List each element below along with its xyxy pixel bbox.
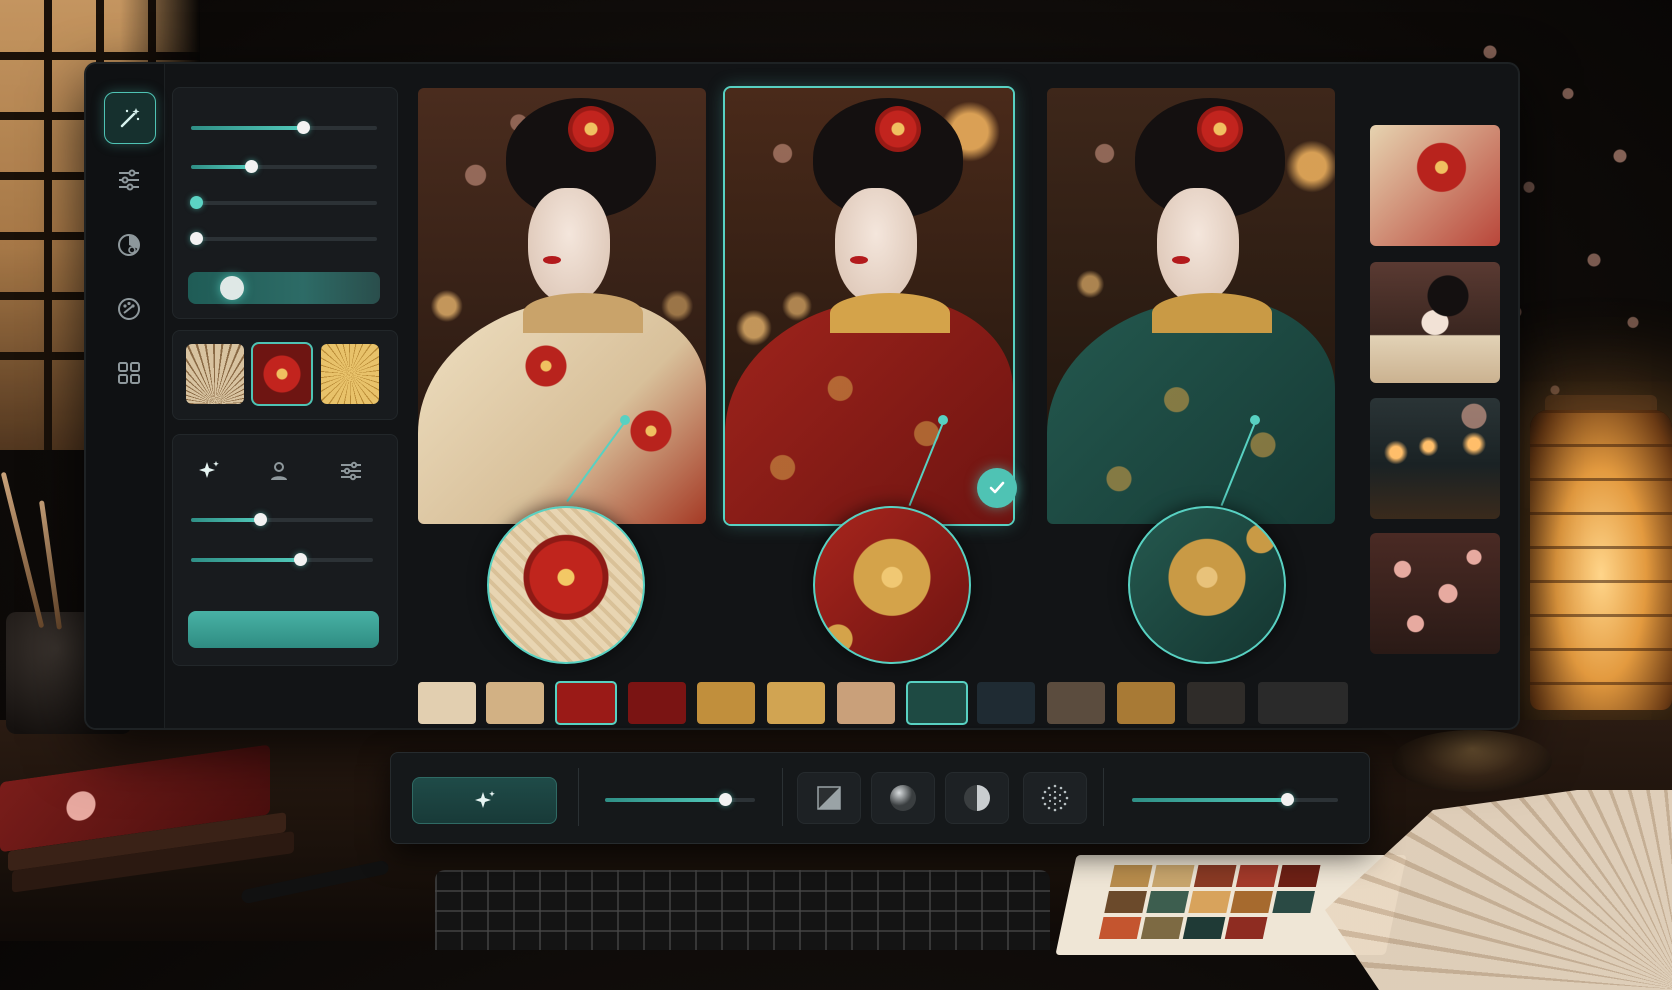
loupe-crimson-detail [813,506,971,664]
sphere-icon [890,785,916,811]
particles-button[interactable] [1023,772,1087,824]
sphere-button[interactable] [871,772,935,824]
palette-swatch[interactable] [628,682,686,724]
adjustments-tool[interactable] [104,155,154,205]
palette-tool[interactable] [104,284,154,334]
loupe-ivory-detail [487,506,645,664]
mode-settings[interactable] [334,456,368,486]
adjust-slider-4[interactable] [190,232,377,245]
slider-knob[interactable] [244,160,258,173]
slider-knob[interactable] [1280,793,1294,806]
palette-swatch[interactable] [837,682,895,724]
toggle-knob [220,276,244,300]
ceramic-bowl [1392,730,1552,792]
adjust-slider-1[interactable] [191,121,377,134]
palette-swatch[interactable] [1117,682,1175,724]
palette-swatch[interactable] [1187,682,1245,724]
side-thumb-fabric[interactable] [1370,125,1500,246]
selected-check-icon [977,468,1017,508]
mode-portrait[interactable] [262,456,296,486]
keyboard [435,870,1050,950]
slider-knob[interactable] [190,196,203,209]
palette-swatch[interactable] [555,681,617,725]
magic-enhance-button[interactable] [412,777,557,824]
slider-knob[interactable] [719,793,732,806]
half-sphere-icon [964,785,990,811]
sparkle-icon [199,461,219,478]
magic-wand-icon [120,108,140,128]
palette-swatch[interactable] [697,682,755,724]
style-slider-1[interactable] [191,513,373,526]
texture-thumb-floral[interactable] [251,342,313,406]
palette-swatch[interactable] [906,681,968,725]
magic-wand-tool[interactable] [104,92,156,144]
person-icon [271,462,287,480]
enhance-toggle[interactable] [188,272,380,304]
mask-button[interactable] [797,772,861,824]
sparkle-icon [474,790,495,808]
style-slider-2[interactable] [191,553,373,566]
sliders-icon [341,461,361,481]
mode-sparkle[interactable] [192,456,226,486]
texture-thumb-gold[interactable] [321,344,379,404]
slider-knob[interactable] [190,232,203,245]
adjust-slider-3[interactable] [190,196,377,209]
side-thumb-portrait[interactable] [1370,262,1500,383]
intensity-slider[interactable] [605,793,755,806]
toolbar-divider [1103,768,1104,826]
half-sphere-button[interactable] [945,772,1009,824]
variant-crimson[interactable] [723,86,1015,526]
side-thumb-lanterns[interactable] [1370,398,1500,519]
side-thumb-blossom[interactable] [1370,533,1500,654]
palette-swatch[interactable] [767,682,825,724]
texture-thumb-fan[interactable] [186,344,244,404]
paper-lantern [1530,410,1672,710]
sliders-icon [119,169,139,191]
color-tool[interactable] [104,220,154,270]
strength-slider[interactable] [1132,793,1338,806]
paint-brush [38,500,63,630]
dots-circle-icon [1041,784,1069,812]
palette-swatch[interactable] [1258,682,1348,724]
toolbar-divider [782,768,783,826]
palette-swatch[interactable] [977,682,1035,724]
variant-emerald[interactable] [1047,88,1335,524]
square-mask-icon [817,786,841,810]
palette-swatch[interactable] [418,682,476,724]
palette-icon [118,298,140,320]
palette-swatch[interactable] [486,682,544,724]
toolbar-divider [578,768,579,826]
grid-icon [118,362,140,384]
palette-swatch[interactable] [1047,682,1105,724]
variant-ivory[interactable] [418,88,706,524]
gallery-tool[interactable] [104,348,154,398]
color-wheel-icon [118,234,140,256]
apply-button[interactable] [188,611,379,648]
paint-brush [0,471,45,629]
adjust-slider-2[interactable] [191,160,377,173]
slider-knob[interactable] [296,121,310,134]
loupe-emerald-detail [1128,506,1286,664]
